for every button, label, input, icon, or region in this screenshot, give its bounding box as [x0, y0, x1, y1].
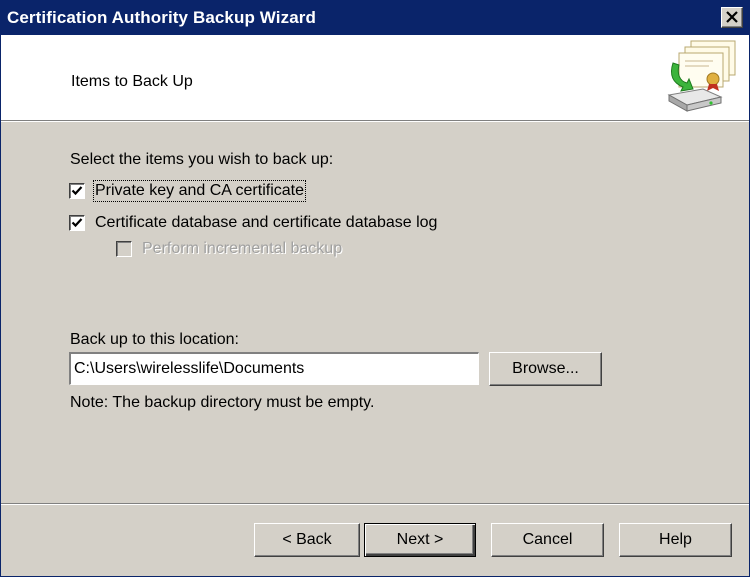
footer-divider: [1, 503, 749, 505]
label-private-key[interactable]: Private key and CA certificate: [93, 180, 306, 202]
items-prompt: Select the items you wish to back up:: [70, 151, 334, 168]
label-certificate-database[interactable]: Certificate database and certificate dat…: [95, 214, 437, 232]
checkbox-incremental-backup: [116, 241, 132, 257]
wizard-header: Items to Back Up: [1, 35, 749, 122]
close-button[interactable]: [721, 7, 743, 28]
help-button[interactable]: Help: [619, 523, 732, 557]
option-certificate-database[interactable]: Certificate database and certificate dat…: [69, 214, 437, 232]
next-button[interactable]: Next >: [364, 523, 476, 557]
checkbox-certificate-database[interactable]: [69, 215, 85, 231]
page-subtitle: Items to Back Up: [71, 73, 193, 90]
close-icon: [726, 11, 738, 23]
title-bar[interactable]: Certification Authority Backup Wizard: [1, 1, 749, 35]
option-private-key[interactable]: Private key and CA certificate: [69, 180, 306, 202]
location-label: Back up to this location:: [70, 331, 239, 348]
back-button[interactable]: < Back: [254, 523, 360, 557]
checkbox-private-key[interactable]: [69, 183, 85, 199]
backup-location-input[interactable]: [69, 352, 479, 385]
certificate-backup-icon: [667, 40, 736, 112]
backup-note: Note: The backup directory must be empty…: [70, 394, 375, 411]
option-incremental-backup: Perform incremental backup: [116, 240, 342, 258]
checkmark-icon: [71, 218, 83, 228]
checkmark-icon: [71, 186, 83, 196]
cancel-button[interactable]: Cancel: [491, 523, 604, 557]
wizard-window: Certification Authority Backup Wizard It…: [0, 0, 750, 577]
browse-button[interactable]: Browse...: [489, 352, 602, 386]
label-incremental-backup: Perform incremental backup: [142, 240, 343, 257]
window-title: Certification Authority Backup Wizard: [7, 8, 316, 27]
